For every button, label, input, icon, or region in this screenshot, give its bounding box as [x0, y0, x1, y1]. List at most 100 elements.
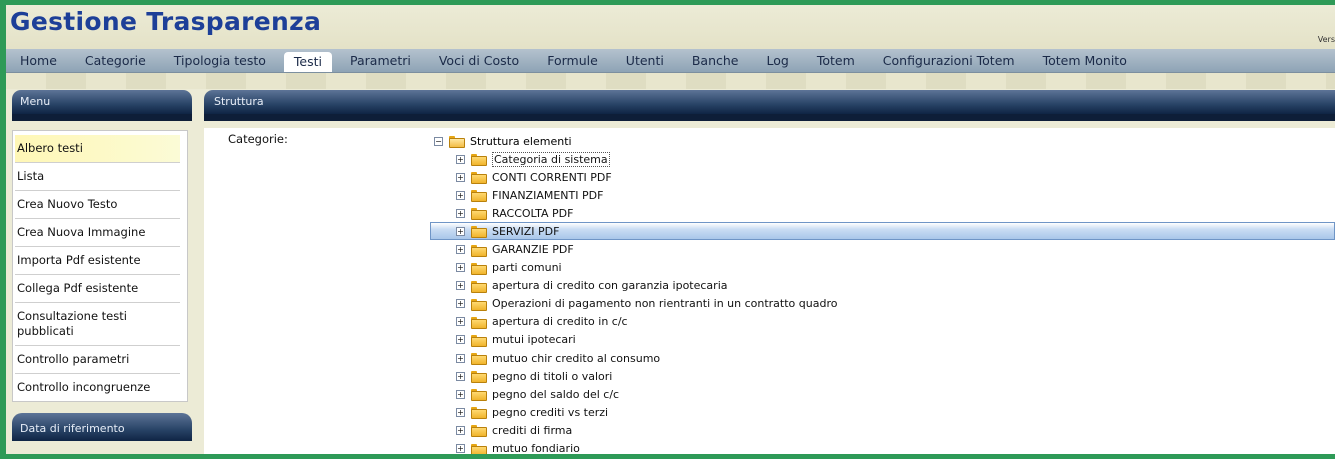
menu-item-importa-pdf[interactable]: Importa Pdf esistente [15, 247, 180, 275]
collapse-icon[interactable]: − [434, 136, 443, 146]
tree-item-label[interactable]: CONTI CORRENTI PDF [492, 171, 612, 184]
tree-item[interactable]: + mutuo fondiario [434, 440, 1335, 454]
nav-categorie[interactable]: Categorie [71, 49, 160, 73]
nav-log[interactable]: Log [753, 49, 803, 73]
tree-item-label[interactable]: GARANZIE PDF [492, 243, 574, 256]
menu-item-lista[interactable]: Lista [15, 163, 180, 191]
tree-item-label[interactable]: apertura di credito con garanzia ipoteca… [492, 279, 728, 292]
tree-item-label[interactable]: parti comuni [492, 261, 562, 274]
sidebar-menu: Albero testi Lista Crea Nuovo Testo Crea… [12, 130, 188, 402]
tree-item-label[interactable]: mutuo chir credito al consumo [492, 352, 660, 365]
tree-item[interactable]: + GARANZIE PDF [434, 240, 1335, 258]
expand-icon[interactable]: + [456, 208, 465, 218]
tree-item[interactable]: + pegno del saldo del c/c [434, 385, 1335, 403]
app-title: Gestione Trasparenza [10, 7, 322, 36]
tree-item-label[interactable]: mutui ipotecari [492, 333, 576, 346]
tree-item-label[interactable]: pegno crediti vs terzi [492, 406, 608, 419]
categories-label: Categorie: [228, 132, 288, 146]
tree-item-label[interactable]: pegno del saldo del c/c [492, 388, 619, 401]
expand-icon[interactable]: + [456, 154, 465, 164]
folder-icon [471, 154, 487, 167]
folder-icon [471, 334, 487, 347]
expand-icon[interactable]: + [456, 245, 465, 255]
tree-item[interactable]: + pegno crediti vs terzi [434, 403, 1335, 421]
folder-icon [471, 172, 487, 185]
nav-totem-monitor[interactable]: Totem Monito [1029, 49, 1141, 73]
tree-item-label[interactable]: crediti di firma [492, 424, 572, 437]
tree-item-label[interactable]: RACCOLTA PDF [492, 207, 573, 220]
expand-icon[interactable]: + [456, 299, 465, 309]
folder-icon [471, 208, 487, 221]
main-panel: Struttura Categorie: − Struttura element… [204, 90, 1335, 454]
expand-icon[interactable]: + [456, 335, 465, 345]
nav-parametri[interactable]: Parametri [336, 49, 425, 73]
folder-icon [471, 190, 487, 203]
expand-icon[interactable]: + [456, 317, 465, 327]
expand-icon[interactable]: + [456, 226, 465, 236]
nav-voci-di-costo[interactable]: Voci di Costo [425, 49, 533, 73]
tree-item[interactable]: + parti comuni [434, 259, 1335, 277]
tree-item-label[interactable]: apertura di credito in c/c [492, 315, 628, 328]
menu-item-collega-pdf[interactable]: Collega Pdf esistente [15, 275, 180, 303]
tree-root[interactable]: − Struttura elementi [434, 132, 1335, 150]
tree-item-label[interactable]: SERVIZI PDF [492, 225, 559, 238]
folder-icon [471, 353, 487, 366]
version-label: Vers [1317, 35, 1335, 44]
tree-item[interactable]: + RACCOLTA PDF [434, 204, 1335, 222]
menu-item-crea-nuova-immagine[interactable]: Crea Nuova Immagine [15, 219, 180, 247]
sidebar: Menu Albero testi Lista Crea Nuovo Testo… [12, 90, 192, 402]
expand-icon[interactable]: + [456, 353, 465, 363]
menu-item-consultazione-testi[interactable]: Consultazione testi pubblicati [15, 303, 180, 346]
menu-item-albero-testi[interactable]: Albero testi [15, 135, 180, 163]
menu-item-controllo-parametri[interactable]: Controllo parametri [15, 346, 180, 374]
tree-item-label[interactable]: FINANZIAMENTI PDF [492, 189, 603, 202]
expand-icon[interactable]: + [456, 425, 465, 435]
tree-item[interactable]: + crediti di firma [434, 421, 1335, 439]
tree-item[interactable]: + apertura di credito con garanzia ipotec… [434, 277, 1335, 295]
sidebar-title: Menu [12, 90, 192, 114]
tree-item-label[interactable]: mutuo fondiario [492, 442, 580, 454]
folder-open-icon [449, 136, 465, 148]
header: Gestione Trasparenza Vers [6, 5, 1335, 49]
nav-formule[interactable]: Formule [533, 49, 612, 73]
expand-icon[interactable]: + [456, 281, 465, 291]
tree-item-label[interactable]: pegno di titoli o valori [492, 370, 612, 383]
tree-item[interactable]: + FINANZIAMENTI PDF [434, 186, 1335, 204]
expand-icon[interactable]: + [456, 407, 465, 417]
folder-icon [471, 298, 487, 311]
tree-item[interactable]: + mutuo chir credito al consumo [434, 349, 1335, 367]
expand-icon[interactable]: + [456, 389, 465, 399]
category-tree: − Struttura elementi + Categoria di siste… [430, 132, 1335, 454]
reference-date-title: Data di riferimento [12, 413, 192, 441]
folder-icon [471, 280, 487, 293]
tree-item[interactable]: + Categoria di sistema [434, 150, 1335, 168]
nav-utenti[interactable]: Utenti [612, 49, 678, 73]
nav-tipologia-testo[interactable]: Tipologia testo [160, 49, 280, 73]
expand-icon[interactable]: + [456, 371, 465, 381]
folder-icon [471, 443, 487, 454]
folder-icon [471, 371, 487, 384]
expand-icon[interactable]: + [456, 444, 465, 454]
nav-configurazioni-totem[interactable]: Configurazioni Totem [869, 49, 1029, 73]
nav-home[interactable]: Home [6, 49, 71, 73]
tree-item[interactable]: + pegno di titoli o valori [434, 367, 1335, 385]
tree-root-label[interactable]: Struttura elementi [470, 135, 572, 148]
menu-item-controllo-incongruenze[interactable]: Controllo incongruenze [15, 374, 180, 401]
tree-item[interactable]: + Operazioni di pagamento non rientranti … [434, 295, 1335, 313]
tree-item[interactable]: + SERVIZI PDF [430, 222, 1335, 241]
nav-totem[interactable]: Totem [803, 49, 869, 73]
app-window: Gestione Trasparenza Vers Home Categorie… [6, 5, 1335, 454]
menu-item-crea-nuovo-testo[interactable]: Crea Nuovo Testo [15, 191, 180, 219]
folder-icon [471, 226, 487, 239]
tree-item-label[interactable]: Categoria di sistema [492, 151, 610, 167]
tree-item[interactable]: + mutui ipotecari [434, 331, 1335, 349]
tree-item[interactable]: + apertura di credito in c/c [434, 313, 1335, 331]
tree-item-label[interactable]: Operazioni di pagamento non rientranti i… [492, 297, 837, 310]
expand-icon[interactable]: + [456, 172, 465, 182]
nav-testi[interactable]: Testi [283, 52, 333, 72]
folder-icon [471, 407, 487, 420]
nav-banche[interactable]: Banche [678, 49, 753, 73]
tree-item[interactable]: + CONTI CORRENTI PDF [434, 168, 1335, 186]
expand-icon[interactable]: + [456, 190, 465, 200]
expand-icon[interactable]: + [456, 263, 465, 273]
